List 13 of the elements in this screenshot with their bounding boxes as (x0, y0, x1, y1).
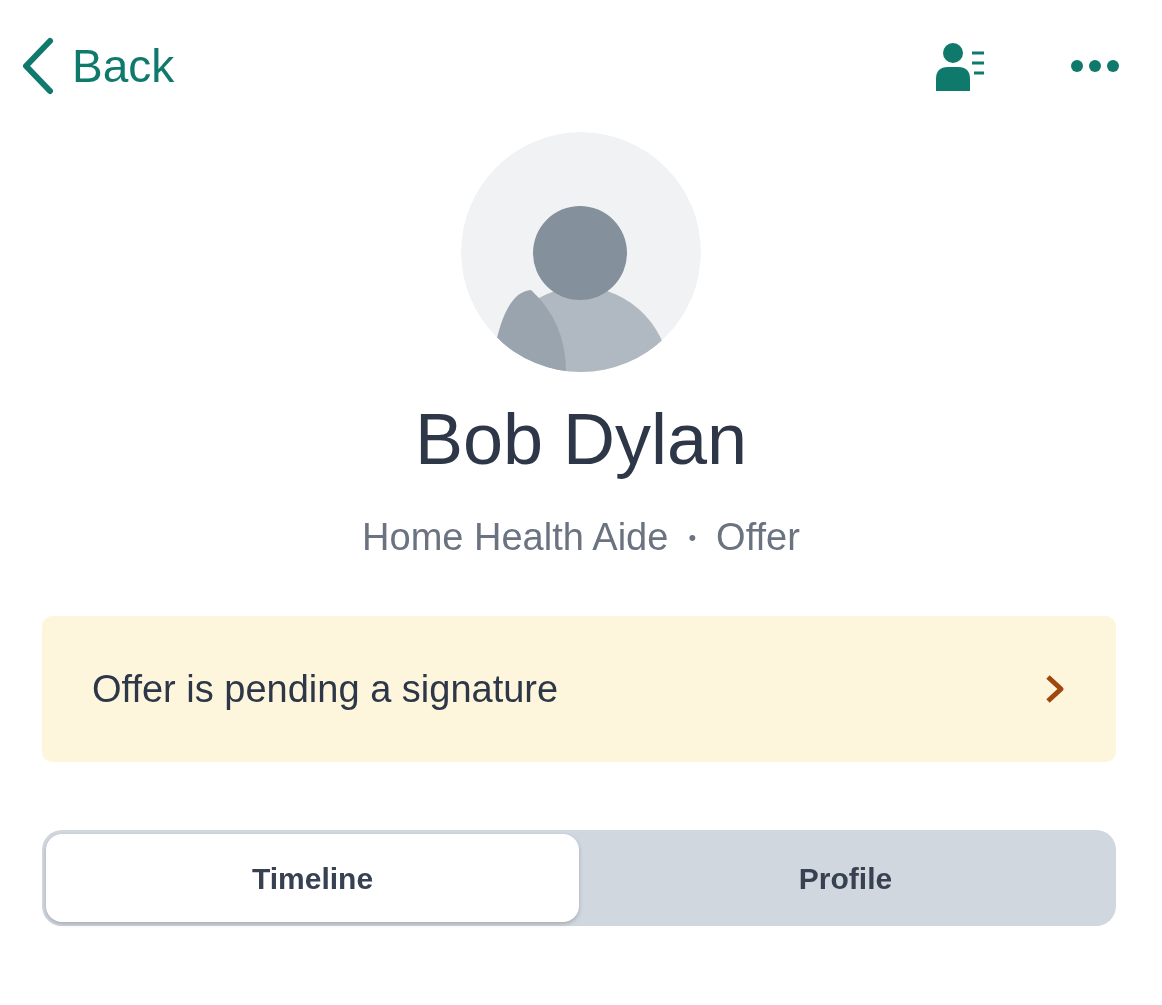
separator: • (688, 524, 697, 553)
chevron-left-icon (20, 37, 54, 95)
status-label: Offer (716, 515, 800, 561)
tab[interactable]: Timeline (46, 834, 579, 923)
alert-banner[interactable]: Offer is pending a signature (42, 616, 1116, 763)
job-title: Home Health Aide (362, 515, 669, 561)
chevron-right-icon (1044, 674, 1066, 705)
back-button[interactable]: Back (20, 37, 175, 95)
more-icon[interactable] (1070, 59, 1120, 73)
person-name: Bob Dylan (414, 400, 748, 480)
tab[interactable]: Profile (579, 834, 1112, 923)
contact-card-icon[interactable] (936, 41, 986, 91)
avatar-icon (461, 132, 701, 372)
